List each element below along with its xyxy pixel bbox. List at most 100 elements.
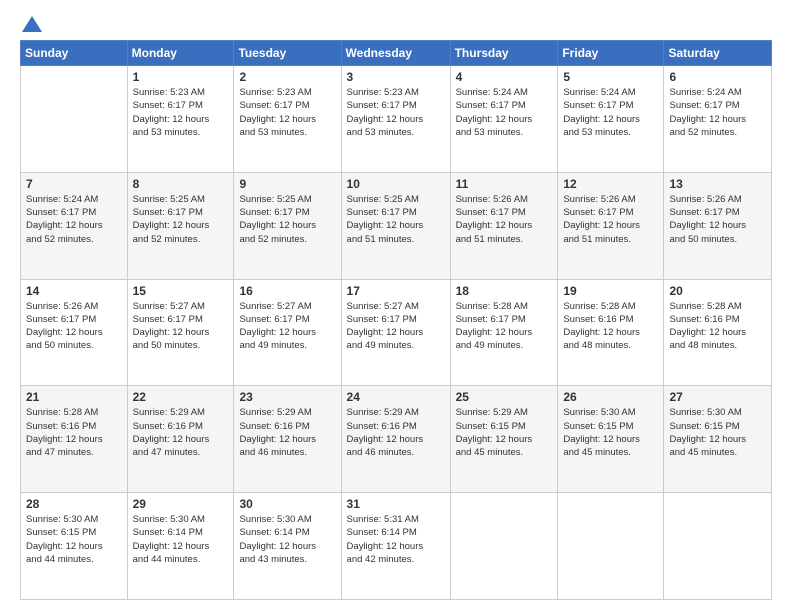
header-cell-tuesday: Tuesday xyxy=(234,41,341,66)
cell-date: 11 xyxy=(456,177,553,191)
calendar-cell: 14 Sunrise: 5:26 AMSunset: 6:17 PMDayligh… xyxy=(21,279,128,386)
calendar-cell: 8 Sunrise: 5:25 AMSunset: 6:17 PMDaylight… xyxy=(127,172,234,279)
cell-info: Sunrise: 5:30 AMSunset: 6:15 PMDaylight:… xyxy=(563,406,658,459)
cell-info: Sunrise: 5:26 AMSunset: 6:17 PMDaylight:… xyxy=(26,300,122,353)
header-cell-thursday: Thursday xyxy=(450,41,558,66)
calendar-cell xyxy=(664,493,772,600)
cell-info: Sunrise: 5:27 AMSunset: 6:17 PMDaylight:… xyxy=(239,300,335,353)
calendar-cell: 18Sunrise: 5:28 AMSunset: 6:17 PMDayligh… xyxy=(450,279,558,386)
cell-date: 29 xyxy=(133,497,229,511)
header-row: SundayMondayTuesdayWednesdayThursdayFrid… xyxy=(21,41,772,66)
calendar-cell: 27 Sunrise: 5:30 AMSunset: 6:15 PMDayligh… xyxy=(664,386,772,493)
cell-date: 28 xyxy=(26,497,122,511)
calendar-cell: 23 Sunrise: 5:29 AMSunset: 6:16 PMDayligh… xyxy=(234,386,341,493)
cell-info: Sunrise: 5:28 AMSunset: 6:17 PMDaylight:… xyxy=(456,300,553,353)
cell-date: 15 xyxy=(133,284,229,298)
calendar-cell: 20 Sunrise: 5:28 AMSunset: 6:16 PMDayligh… xyxy=(664,279,772,386)
week-row-4: 21 Sunrise: 5:28 AMSunset: 6:16 PMDayligh… xyxy=(21,386,772,493)
cell-date: 26 xyxy=(563,390,658,404)
cell-date: 23 xyxy=(239,390,335,404)
cell-info: Sunrise: 5:30 AMSunset: 6:15 PMDaylight:… xyxy=(669,406,766,459)
cell-date: 31 xyxy=(347,497,445,511)
cell-info: Sunrise: 5:25 AMSunset: 6:17 PMDaylight:… xyxy=(133,193,229,246)
cell-date: 13 xyxy=(669,177,766,191)
cell-info: Sunrise: 5:28 AMSunset: 6:16 PMDaylight:… xyxy=(563,300,658,353)
cell-info: Sunrise: 5:29 AMSunset: 6:16 PMDaylight:… xyxy=(347,406,445,459)
calendar-cell: 30 Sunrise: 5:30 AMSunset: 6:14 PMDayligh… xyxy=(234,493,341,600)
calendar-cell xyxy=(558,493,664,600)
calendar-cell: 28 Sunrise: 5:30 AMSunset: 6:15 PMDayligh… xyxy=(21,493,128,600)
cell-info: Sunrise: 5:25 AMSunset: 6:17 PMDaylight:… xyxy=(239,193,335,246)
cell-info: Sunrise: 5:31 AMSunset: 6:14 PMDaylight:… xyxy=(347,513,445,566)
cell-date: 7 xyxy=(26,177,122,191)
calendar-cell: 17 Sunrise: 5:27 AMSunset: 6:17 PMDayligh… xyxy=(341,279,450,386)
calendar-cell: 29Sunrise: 5:30 AMSunset: 6:14 PMDayligh… xyxy=(127,493,234,600)
cell-info: Sunrise: 5:27 AMSunset: 6:17 PMDaylight:… xyxy=(347,300,445,353)
calendar-cell: 24 Sunrise: 5:29 AMSunset: 6:16 PMDayligh… xyxy=(341,386,450,493)
cell-date: 16 xyxy=(239,284,335,298)
week-row-2: 7Sunrise: 5:24 AMSunset: 6:17 PMDaylight… xyxy=(21,172,772,279)
calendar-cell: 12 Sunrise: 5:26 AMSunset: 6:17 PMDayligh… xyxy=(558,172,664,279)
calendar-cell: 13 Sunrise: 5:26 AMSunset: 6:17 PMDayligh… xyxy=(664,172,772,279)
week-row-1: 1 Sunrise: 5:23 AMSunset: 6:17 PMDaylight… xyxy=(21,66,772,173)
cell-date: 22 xyxy=(133,390,229,404)
cell-info: Sunrise: 5:25 AMSunset: 6:17 PMDaylight:… xyxy=(347,193,445,246)
cell-date: 10 xyxy=(347,177,445,191)
cell-info: Sunrise: 5:23 AMSunset: 6:17 PMDaylight:… xyxy=(347,86,445,139)
calendar-cell: 10 Sunrise: 5:25 AMSunset: 6:17 PMDayligh… xyxy=(341,172,450,279)
cell-date: 24 xyxy=(347,390,445,404)
calendar-cell: 5Sunrise: 5:24 AMSunset: 6:17 PMDaylight… xyxy=(558,66,664,173)
cell-info: Sunrise: 5:26 AMSunset: 6:17 PMDaylight:… xyxy=(456,193,553,246)
logo xyxy=(20,16,42,30)
cell-info: Sunrise: 5:23 AMSunset: 6:17 PMDaylight:… xyxy=(133,86,229,139)
cell-info: Sunrise: 5:23 AMSunset: 6:17 PMDaylight:… xyxy=(239,86,335,139)
cell-date: 3 xyxy=(347,70,445,84)
calendar-cell: 26 Sunrise: 5:30 AMSunset: 6:15 PMDayligh… xyxy=(558,386,664,493)
cell-info: Sunrise: 5:29 AMSunset: 6:15 PMDaylight:… xyxy=(456,406,553,459)
cell-info: Sunrise: 5:26 AMSunset: 6:17 PMDaylight:… xyxy=(669,193,766,246)
cell-info: Sunrise: 5:30 AMSunset: 6:15 PMDaylight:… xyxy=(26,513,122,566)
header-cell-sunday: Sunday xyxy=(21,41,128,66)
calendar-cell: 25Sunrise: 5:29 AMSunset: 6:15 PMDayligh… xyxy=(450,386,558,493)
calendar-cell: 3 Sunrise: 5:23 AMSunset: 6:17 PMDaylight… xyxy=(341,66,450,173)
cell-date: 1 xyxy=(133,70,229,84)
cell-date: 4 xyxy=(456,70,553,84)
cell-date: 17 xyxy=(347,284,445,298)
logo-icon xyxy=(22,16,42,32)
cell-date: 6 xyxy=(669,70,766,84)
cell-info: Sunrise: 5:30 AMSunset: 6:14 PMDaylight:… xyxy=(239,513,335,566)
week-row-3: 14 Sunrise: 5:26 AMSunset: 6:17 PMDayligh… xyxy=(21,279,772,386)
cell-info: Sunrise: 5:28 AMSunset: 6:16 PMDaylight:… xyxy=(669,300,766,353)
cell-date: 8 xyxy=(133,177,229,191)
cell-date: 2 xyxy=(239,70,335,84)
cell-date: 21 xyxy=(26,390,122,404)
cell-info: Sunrise: 5:29 AMSunset: 6:16 PMDaylight:… xyxy=(239,406,335,459)
calendar-body: 1 Sunrise: 5:23 AMSunset: 6:17 PMDaylight… xyxy=(21,66,772,600)
cell-info: Sunrise: 5:24 AMSunset: 6:17 PMDaylight:… xyxy=(456,86,553,139)
calendar-cell: 19Sunrise: 5:28 AMSunset: 6:16 PMDayligh… xyxy=(558,279,664,386)
calendar-cell: 1 Sunrise: 5:23 AMSunset: 6:17 PMDaylight… xyxy=(127,66,234,173)
cell-date: 12 xyxy=(563,177,658,191)
calendar-cell: 22Sunrise: 5:29 AMSunset: 6:16 PMDayligh… xyxy=(127,386,234,493)
calendar-cell: 6 Sunrise: 5:24 AMSunset: 6:17 PMDaylight… xyxy=(664,66,772,173)
cell-info: Sunrise: 5:24 AMSunset: 6:17 PMDaylight:… xyxy=(669,86,766,139)
calendar-cell: 7Sunrise: 5:24 AMSunset: 6:17 PMDaylight… xyxy=(21,172,128,279)
cell-date: 9 xyxy=(239,177,335,191)
cell-date: 14 xyxy=(26,284,122,298)
header-cell-friday: Friday xyxy=(558,41,664,66)
calendar-cell xyxy=(450,493,558,600)
cell-info: Sunrise: 5:26 AMSunset: 6:17 PMDaylight:… xyxy=(563,193,658,246)
calendar-header: SundayMondayTuesdayWednesdayThursdayFrid… xyxy=(21,41,772,66)
cell-info: Sunrise: 5:28 AMSunset: 6:16 PMDaylight:… xyxy=(26,406,122,459)
header-cell-monday: Monday xyxy=(127,41,234,66)
page: SundayMondayTuesdayWednesdayThursdayFrid… xyxy=(0,0,792,612)
cell-date: 30 xyxy=(239,497,335,511)
calendar-cell: 15Sunrise: 5:27 AMSunset: 6:17 PMDayligh… xyxy=(127,279,234,386)
calendar-cell: 4 Sunrise: 5:24 AMSunset: 6:17 PMDaylight… xyxy=(450,66,558,173)
cell-date: 27 xyxy=(669,390,766,404)
calendar-cell: 9 Sunrise: 5:25 AMSunset: 6:17 PMDaylight… xyxy=(234,172,341,279)
cell-date: 20 xyxy=(669,284,766,298)
week-row-5: 28 Sunrise: 5:30 AMSunset: 6:15 PMDayligh… xyxy=(21,493,772,600)
calendar-cell: 2 Sunrise: 5:23 AMSunset: 6:17 PMDaylight… xyxy=(234,66,341,173)
header xyxy=(20,16,772,30)
